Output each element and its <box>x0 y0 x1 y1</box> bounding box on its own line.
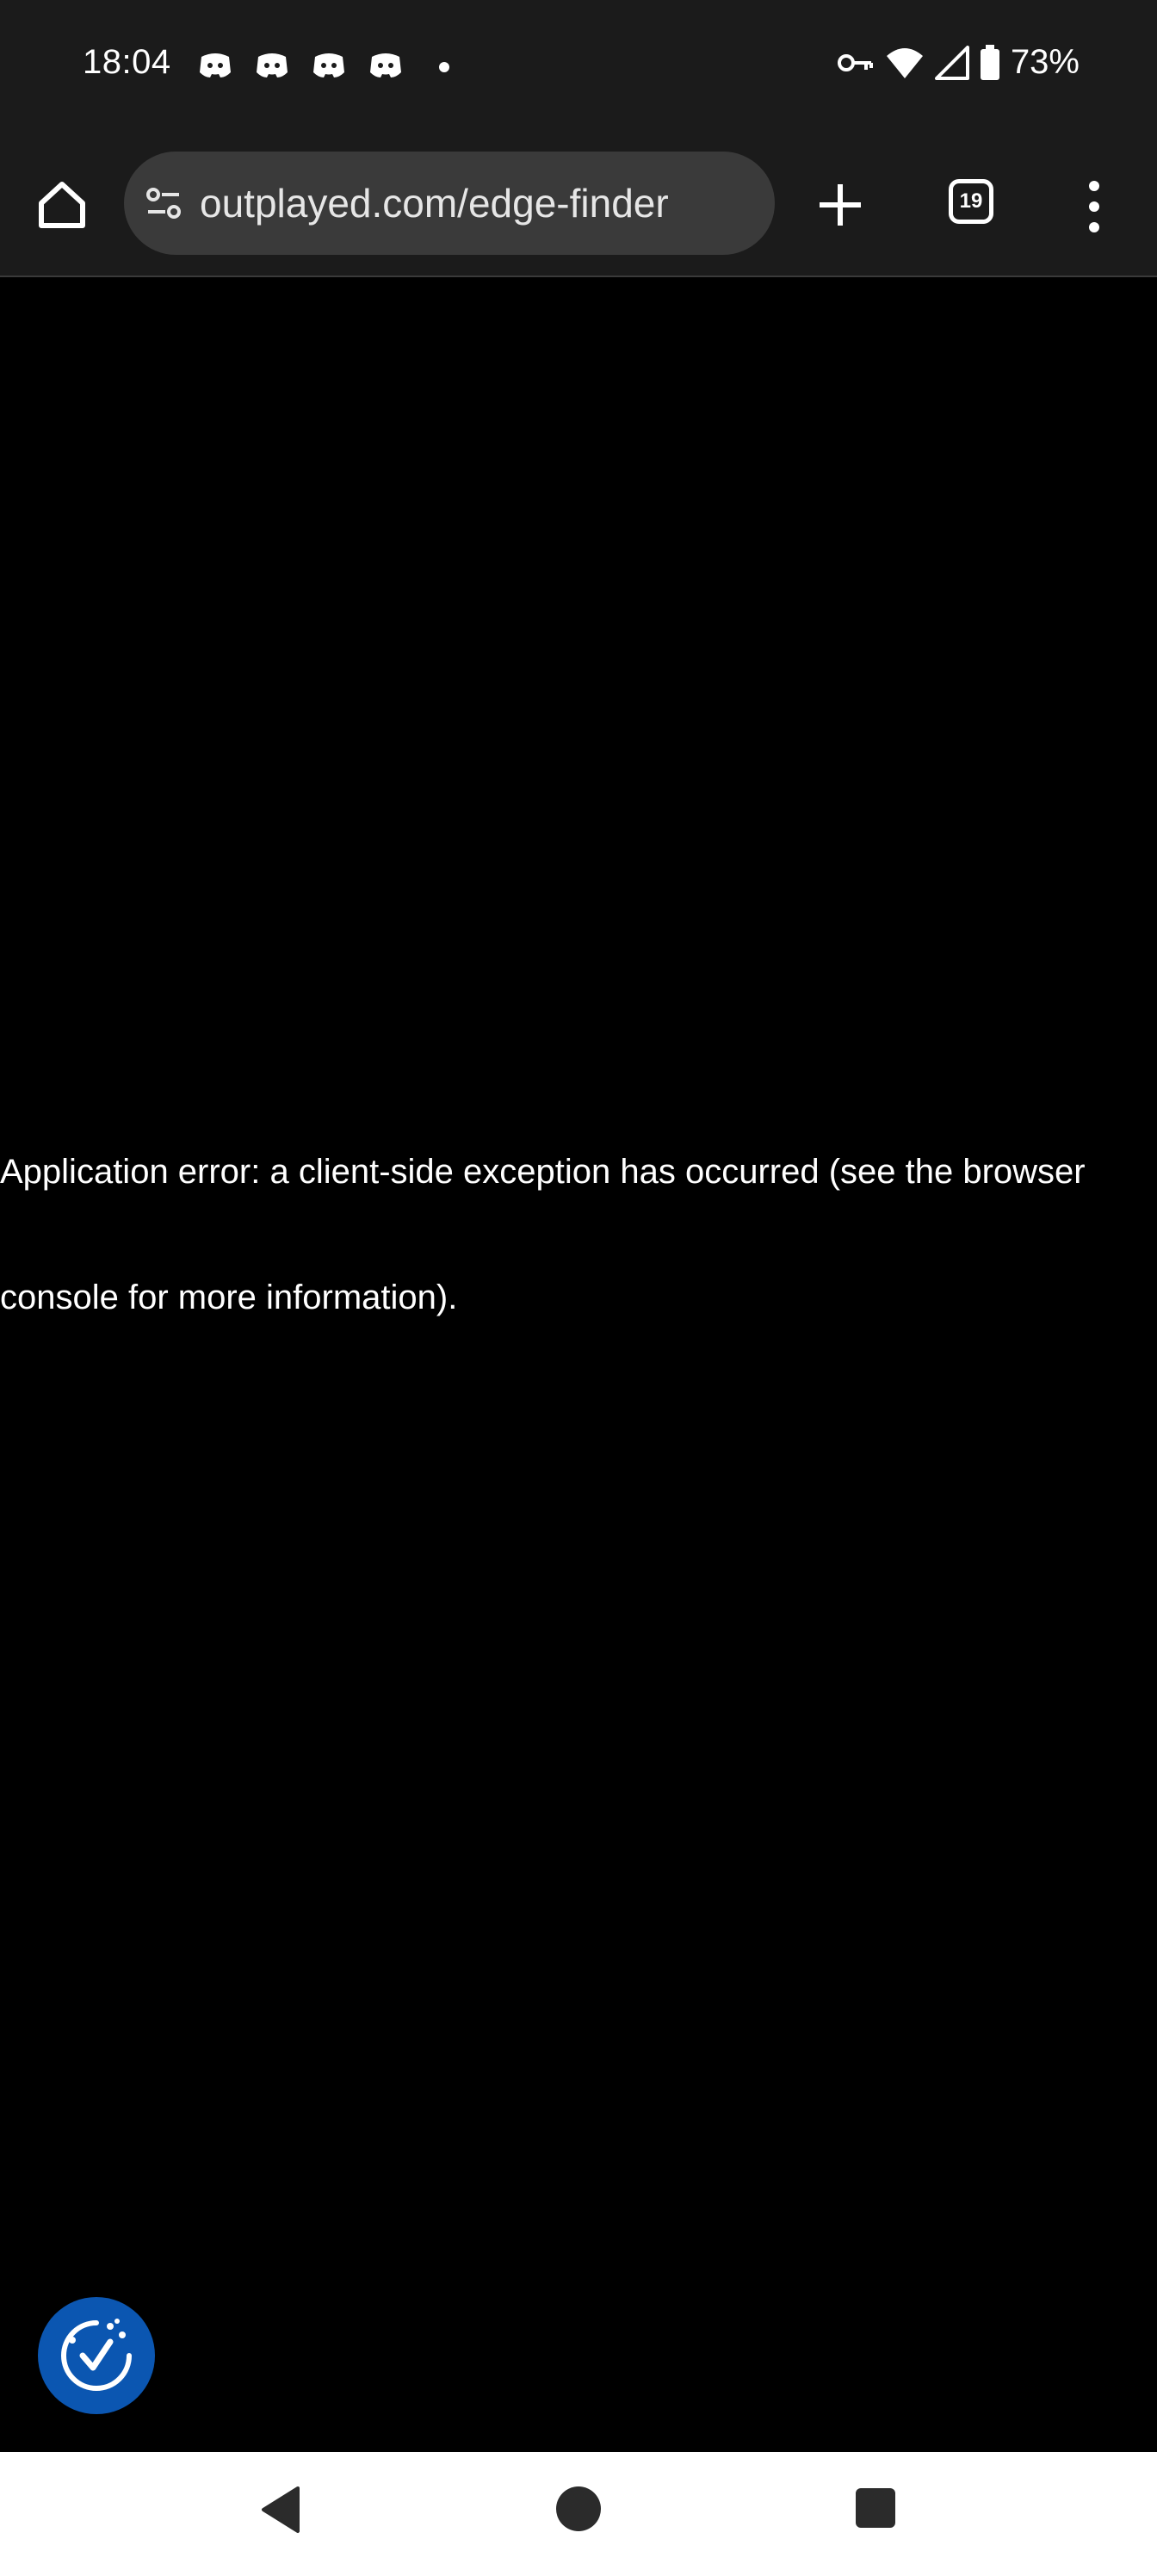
more-options-icon[interactable] <box>1081 179 1107 234</box>
discord-icon <box>257 53 288 77</box>
page-content <box>0 277 1157 2454</box>
url-text[interactable]: outplayed.com/edge-finder <box>200 180 716 226</box>
cookie-consent-button[interactable] <box>38 2297 155 2414</box>
cookie-check-icon <box>61 2319 132 2391</box>
system-navigation-bar <box>0 2452 1157 2576</box>
vpn-key-icon <box>837 53 873 71</box>
status-bar: 18:04 73% <box>0 0 1157 138</box>
discord-icon <box>313 53 344 77</box>
discord-icon <box>200 53 231 77</box>
tab-count: 19 <box>959 189 983 213</box>
wifi-icon <box>886 47 923 78</box>
url-bar[interactable]: outplayed.com/edge-finder <box>124 152 775 255</box>
tab-switcher-button[interactable]: 19 <box>949 179 993 224</box>
discord-icon <box>370 53 401 77</box>
recent-apps-icon[interactable] <box>856 2488 895 2528</box>
cellular-signal-icon <box>934 45 969 80</box>
status-time: 18:04 <box>83 43 171 81</box>
new-tab-icon[interactable] <box>814 179 866 231</box>
more-notifications-dot <box>439 62 449 72</box>
battery-icon <box>980 44 999 80</box>
site-settings-icon[interactable] <box>143 183 184 224</box>
home-icon[interactable] <box>34 177 90 232</box>
error-message: Application error: a client-side excepti… <box>0 1153 1086 1316</box>
system-status: 73% <box>837 43 1080 82</box>
browser-toolbar: outplayed.com/edge-finder 19 <box>0 138 1157 277</box>
back-icon[interactable] <box>258 2485 301 2535</box>
notification-icons <box>196 50 449 84</box>
battery-percentage: 73% <box>1010 43 1080 81</box>
home-nav-icon[interactable] <box>556 2486 601 2531</box>
